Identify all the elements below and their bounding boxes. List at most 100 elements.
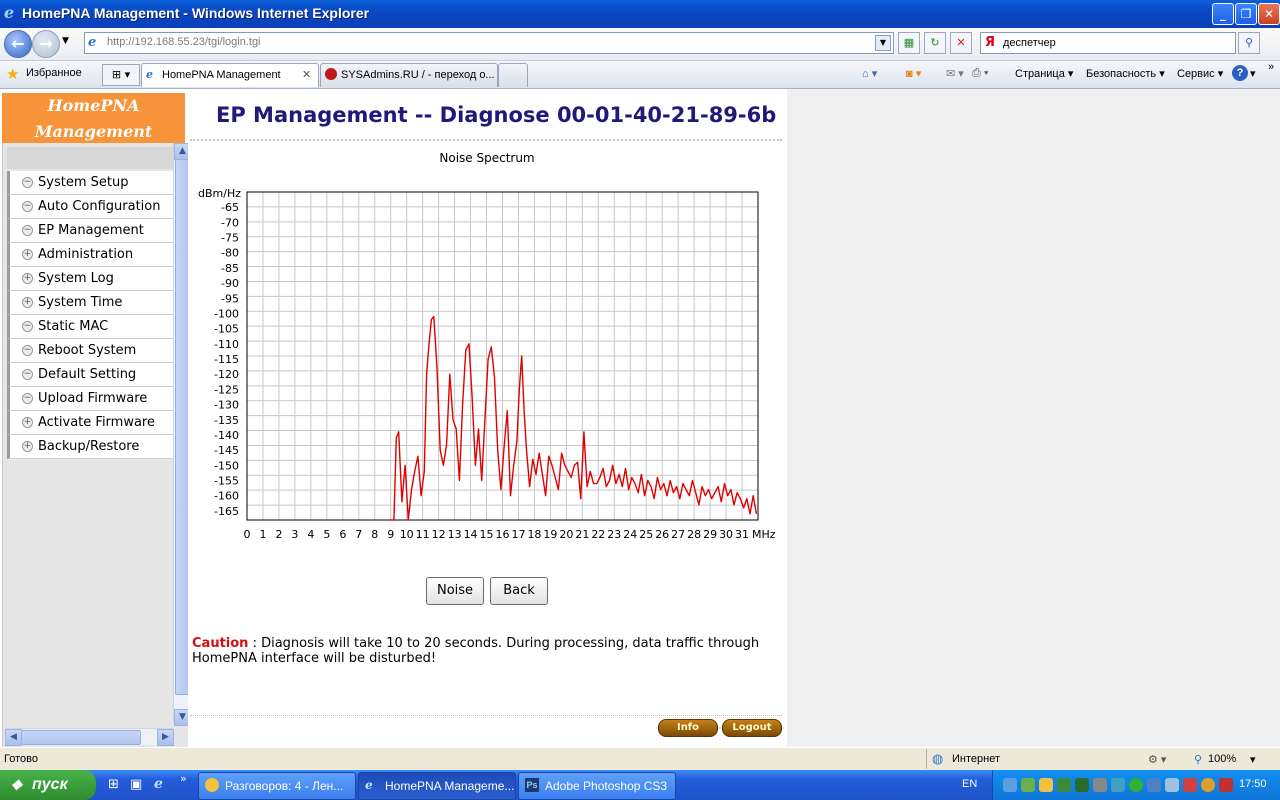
feeds-icon[interactable]: ◙ ▾ [906, 67, 921, 80]
language-indicator[interactable]: EN [962, 778, 977, 790]
tray-network-icon[interactable] [1003, 778, 1017, 792]
menu-horizontal-scrollbar[interactable]: ◀ ▶ [5, 728, 174, 746]
taskbar-item-chat[interactable]: Разговоров: 4 - Лен... [198, 772, 356, 800]
window-title-bar: e HomePNA Management - Windows Internet … [0, 0, 1280, 28]
x-tick-label: 24 [623, 528, 637, 541]
hscroll-thumb[interactable] [21, 730, 141, 745]
tab-sysadmins[interactable]: SYSAdmins.RU / - переход о... [320, 63, 498, 87]
tray-app-icon[interactable] [1219, 778, 1233, 792]
tray-app-icon[interactable] [1147, 778, 1161, 792]
sidebar-item-default-setting[interactable]: − Default Setting [7, 363, 176, 387]
x-tick-label: 0 [244, 528, 251, 541]
search-input[interactable]: Я деспетчер [980, 32, 1236, 54]
back-button[interactable]: Back [490, 577, 548, 605]
sidebar-item-system-time[interactable]: + System Time [7, 291, 176, 315]
scroll-right-icon[interactable]: ▶ [157, 729, 174, 746]
start-button[interactable]: ❖ пуск [0, 770, 96, 800]
sidebar-item-backup-restore[interactable]: + Backup/Restore [7, 435, 176, 459]
tray-app-icon[interactable] [1093, 778, 1107, 792]
forward-nav-button[interactable]: → [32, 30, 60, 58]
logout-button[interactable]: Logout [722, 719, 782, 737]
minimize-button[interactable]: _ [1212, 3, 1234, 25]
scroll-left-icon[interactable]: ◀ [5, 729, 22, 746]
print-icon[interactable]: ⎙ ▾ [972, 67, 988, 80]
compatibility-icon[interactable]: ▦ [898, 32, 920, 54]
help-icon[interactable]: ? [1232, 65, 1248, 81]
refresh-icon[interactable]: ↻ [924, 32, 946, 54]
protected-mode-icon[interactable]: ⚙ ▾ [1148, 753, 1166, 766]
sidebar-item-label: Reboot System [38, 343, 137, 358]
sidebar-item-label: Auto Configuration [38, 199, 161, 214]
start-label: пуск [32, 776, 68, 793]
quick-tabs-icon[interactable]: ⊞ ▾ [102, 64, 140, 86]
address-dropdown-icon[interactable]: ▼ [875, 35, 891, 51]
sidebar-item-ep-management[interactable]: − EP Management [7, 219, 176, 243]
safety-menu[interactable]: Безопасность ▾ [1086, 67, 1165, 80]
history-dropdown-icon[interactable]: ▼ [62, 36, 69, 46]
toolbar-overflow-icon[interactable]: » [1268, 61, 1274, 73]
sidebar-item-label: Administration [38, 247, 134, 262]
favorites-label[interactable]: Избранное [26, 67, 82, 79]
page-menu[interactable]: Страница ▾ [1015, 67, 1073, 80]
tray-app-icon[interactable] [1039, 778, 1053, 792]
new-tab-button[interactable] [498, 63, 528, 87]
status-text: Готово [4, 753, 38, 765]
sidebar-item-reboot-system[interactable]: − Reboot System [7, 339, 176, 363]
quicklaunch-overflow-icon[interactable]: » [180, 772, 187, 785]
taskbar-item-ie[interactable]: e HomePNA Manageme... [358, 772, 516, 800]
x-tick-label: 11 [416, 528, 430, 541]
info-button[interactable]: Info [658, 719, 718, 737]
tray-app-icon[interactable] [1129, 778, 1143, 792]
zoom-dropdown-icon[interactable]: ▾ [1250, 753, 1256, 766]
tab-close-icon[interactable]: ✕ [302, 68, 311, 81]
help-dropdown-icon[interactable]: ▾ [1250, 67, 1256, 80]
show-desktop-icon[interactable]: ⊞ [108, 777, 119, 792]
ie-app-icon: e [365, 778, 373, 792]
menu-bullet-icon: + [22, 417, 33, 428]
sidebar-item-system-log[interactable]: + System Log [7, 267, 176, 291]
tray-app-icon[interactable] [1021, 778, 1035, 792]
search-go-icon[interactable]: ⚲ [1238, 32, 1260, 54]
tab-homepna[interactable]: e HomePNA Management ✕ [141, 63, 319, 87]
tray-app-icon[interactable] [1201, 778, 1215, 792]
zoom-level[interactable]: 100% [1208, 753, 1236, 765]
stop-icon[interactable]: ✕ [950, 32, 972, 54]
ie-quicklaunch-icon[interactable]: e [154, 776, 163, 792]
sidebar-item-activate-firmware[interactable]: + Activate Firmware [7, 411, 176, 435]
home-icon[interactable]: ⌂ ▾ [862, 67, 877, 80]
sidebar-item-label: Static MAC [38, 319, 109, 334]
taskbar: ❖ пуск ⊞ ▣ e » Разговоров: 4 - Лен... e … [0, 770, 1280, 800]
sidebar-item-upload-firmware[interactable]: − Upload Firmware [7, 387, 176, 411]
favorites-star-icon[interactable]: ★ [6, 65, 19, 83]
tray-app-icon[interactable] [1057, 778, 1071, 792]
x-tick-label: 2 [275, 528, 282, 541]
sidebar-item-administration[interactable]: + Administration [7, 243, 176, 267]
tray-app-icon[interactable] [1075, 778, 1089, 792]
caution-label: Caution [192, 636, 249, 651]
service-menu[interactable]: Сервис ▾ [1177, 67, 1223, 80]
close-button[interactable]: ✕ [1258, 3, 1280, 25]
sidebar-item-auto-configuration[interactable]: − Auto Configuration [7, 195, 176, 219]
sidebar-item-label: System Time [38, 295, 123, 310]
brand-line-1: HomePNA [47, 96, 140, 115]
sidebar-item-static-mac[interactable]: − Static MAC [7, 315, 176, 339]
tray-flag-icon[interactable] [1183, 778, 1197, 792]
sidebar-item-label: System Log [38, 271, 114, 286]
taskbar-item-photoshop[interactable]: Ps Adobe Photoshop CS3 [518, 772, 676, 800]
mail-icon[interactable]: ✉ ▾ [946, 67, 964, 80]
y-tick-label: -115 [214, 353, 239, 366]
menu-bullet-icon: − [22, 225, 33, 236]
back-nav-button[interactable]: ← [4, 30, 32, 58]
sidebar-item-label: Default Setting [38, 367, 137, 382]
brand-logo: HomePNA Management [2, 93, 185, 143]
noise-button[interactable]: Noise [426, 577, 484, 605]
sidebar-item-system-setup[interactable]: − System Setup [7, 171, 176, 195]
tray-app-icon[interactable] [1111, 778, 1125, 792]
zoom-icon[interactable]: ⚲ [1194, 753, 1202, 766]
chart-title: Noise Spectrum [439, 151, 535, 165]
address-input[interactable]: e http://192.168.55.23/tgi/login.tgi ▼ [84, 32, 894, 54]
maximize-button[interactable]: ❐ [1235, 3, 1257, 25]
quick-launch-icon[interactable]: ▣ [130, 777, 142, 792]
tray-app-icon[interactable] [1165, 778, 1179, 792]
menu-frame: − System Setup − Auto Configuration − EP Mana… [2, 143, 191, 747]
